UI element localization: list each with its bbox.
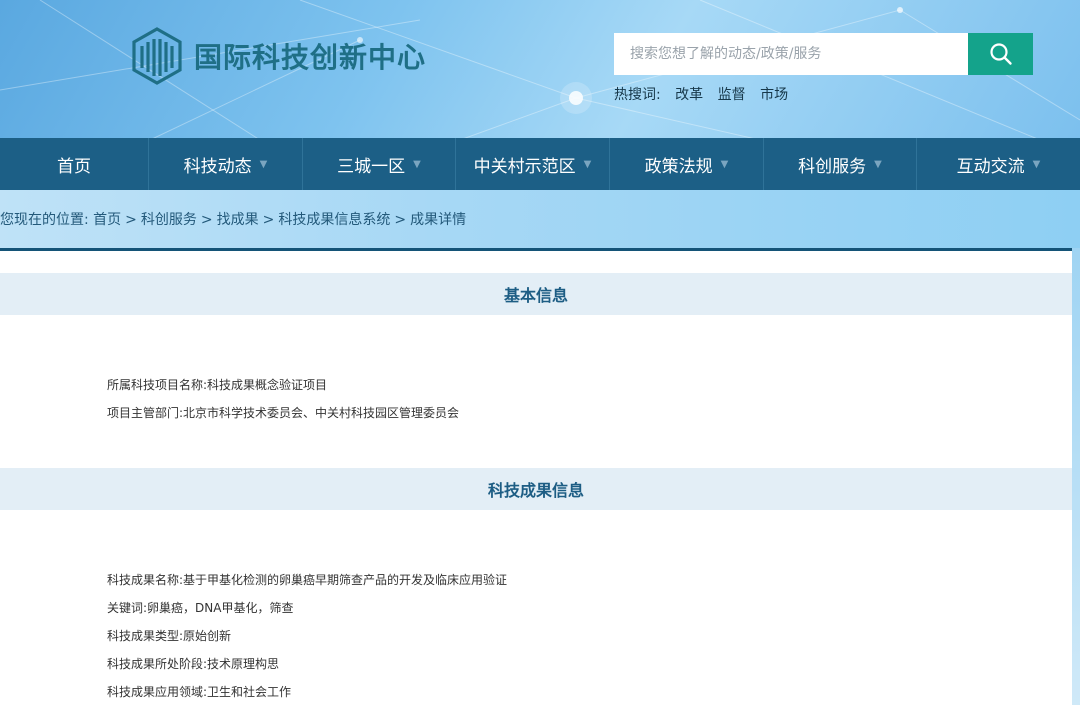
field-application-area: 科技成果应用领域:卫生和社会工作	[107, 683, 291, 700]
caret-down-icon: ▼	[1032, 158, 1041, 170]
field-label: 科技成果应用领域:	[107, 685, 208, 699]
breadcrumb-band: 您现在的位置: 首页 > 科创服务 > 找成果 > 科技成果信息系统 > 成果详情	[0, 190, 1080, 248]
caret-down-icon: ▼	[874, 158, 882, 170]
hot-keyword-link[interactable]: 监督	[718, 87, 746, 103]
section-title: 科技成果信息	[487, 481, 584, 500]
field-department: 项目主管部门:北京市科学技术委员会、中关村科技园区管理委员会	[107, 404, 459, 421]
logo-emblem-icon	[132, 27, 182, 85]
nav-item-interaction[interactable]: 互动交流 ▼	[917, 138, 1080, 190]
site-title: 国际科技创新中心	[194, 41, 427, 74]
breadcrumb-link-home[interactable]: 首页	[93, 212, 121, 228]
nav-item-services[interactable]: 科创服务 ▼	[764, 138, 917, 190]
nav-item-three-cities[interactable]: 三城一区 ▼	[303, 138, 456, 190]
hot-keyword-link[interactable]: 改革	[675, 87, 703, 103]
field-value: 科技成果概念验证项目	[207, 378, 328, 392]
section-title: 基本信息	[503, 286, 568, 305]
breadcrumb-link-find-results[interactable]: 找成果	[217, 212, 259, 228]
search-button[interactable]	[968, 33, 1033, 75]
nav-item-zhongguancun[interactable]: 中关村示范区 ▼	[456, 138, 610, 190]
field-project-name: 所属科技项目名称:科技成果概念验证项目	[107, 376, 327, 393]
field-label: 科技成果类型:	[107, 629, 184, 643]
field-value: 卫生和社会工作	[207, 685, 292, 699]
breadcrumb-separator: >	[200, 212, 213, 228]
field-value: 北京市科学技术委员会、中关村科技园区管理委员会	[183, 406, 460, 420]
search-input[interactable]	[614, 33, 968, 75]
nav-item-policy[interactable]: 政策法规 ▼	[610, 138, 764, 190]
breadcrumb-separator: >	[394, 212, 407, 228]
caret-down-icon: ▼	[583, 158, 592, 170]
nav-item-label: 科技动态	[183, 156, 252, 177]
field-label: 项目主管部门:	[107, 406, 184, 420]
hot-keyword-link[interactable]: 市场	[760, 87, 788, 103]
field-value: 基于甲基化检测的卵巢癌早期筛查产品的开发及临床应用验证	[183, 573, 508, 587]
nav-item-label: 科创服务	[798, 156, 867, 177]
field-value: 技术原理构思	[207, 657, 280, 671]
section-header-result-info: 科技成果信息	[0, 468, 1072, 510]
field-value: 原始创新	[183, 629, 232, 643]
breadcrumb: 您现在的位置: 首页 > 科创服务 > 找成果 > 科技成果信息系统 > 成果详情	[0, 209, 466, 229]
field-result-name: 科技成果名称:基于甲基化检测的卵巢癌早期筛查产品的开发及临床应用验证	[107, 571, 507, 588]
caret-down-icon: ▼	[720, 158, 729, 170]
field-keywords: 关键词:卵巢癌，DNA甲基化，筛查	[107, 599, 293, 616]
field-result-stage: 科技成果所处阶段:技术原理构思	[107, 655, 279, 672]
nav-item-home[interactable]: 首页	[0, 138, 149, 190]
caret-down-icon: ▼	[413, 158, 421, 170]
breadcrumb-link-services[interactable]: 科创服务	[141, 212, 197, 228]
hot-search-label: 热搜词:	[614, 87, 661, 103]
breadcrumb-prefix: 您现在的位置:	[0, 212, 89, 228]
nav-item-label: 首页	[57, 156, 91, 177]
nav-item-label: 中关村示范区	[473, 156, 576, 177]
site-logo[interactable]: 国际科技创新中心	[130, 26, 426, 86]
nav-item-label: 互动交流	[956, 156, 1025, 177]
search-bar	[614, 33, 1033, 75]
nav-item-label: 政策法规	[644, 156, 713, 177]
site-header: 国际科技创新中心 热搜词: 改革 监督 市场	[0, 0, 1080, 140]
breadcrumb-current: 成果详情	[410, 212, 467, 228]
caret-down-icon: ▼	[259, 158, 268, 170]
breadcrumb-link-results-system[interactable]: 科技成果信息系统	[278, 212, 390, 228]
nav-item-tech-news[interactable]: 科技动态 ▼	[149, 138, 303, 190]
main-nav: 首页 科技动态 ▼ 三城一区 ▼ 中关村示范区 ▼ 政策法规 ▼ 科创服务 ▼ 互动交流 ▼	[0, 138, 1080, 190]
field-label: 科技成果所处阶段:	[107, 657, 208, 671]
field-label: 关键词:	[107, 601, 148, 615]
field-value: 卵巢癌，DNA甲基化，筛查	[147, 601, 294, 615]
hot-search: 热搜词: 改革 监督 市场	[614, 84, 788, 104]
section-header-basic-info: 基本信息	[0, 273, 1072, 315]
search-icon	[989, 43, 1012, 65]
field-result-type: 科技成果类型:原始创新	[107, 627, 231, 644]
detail-content: 基本信息 所属科技项目名称:科技成果概念验证项目 项目主管部门:北京市科学技术委…	[0, 251, 1072, 705]
breadcrumb-separator: >	[125, 212, 137, 228]
background-edge	[1072, 248, 1080, 705]
field-label: 科技成果名称:	[107, 573, 184, 587]
nav-item-label: 三城一区	[337, 156, 406, 177]
field-label: 所属科技项目名称:	[107, 378, 208, 392]
breadcrumb-separator: >	[262, 212, 275, 228]
